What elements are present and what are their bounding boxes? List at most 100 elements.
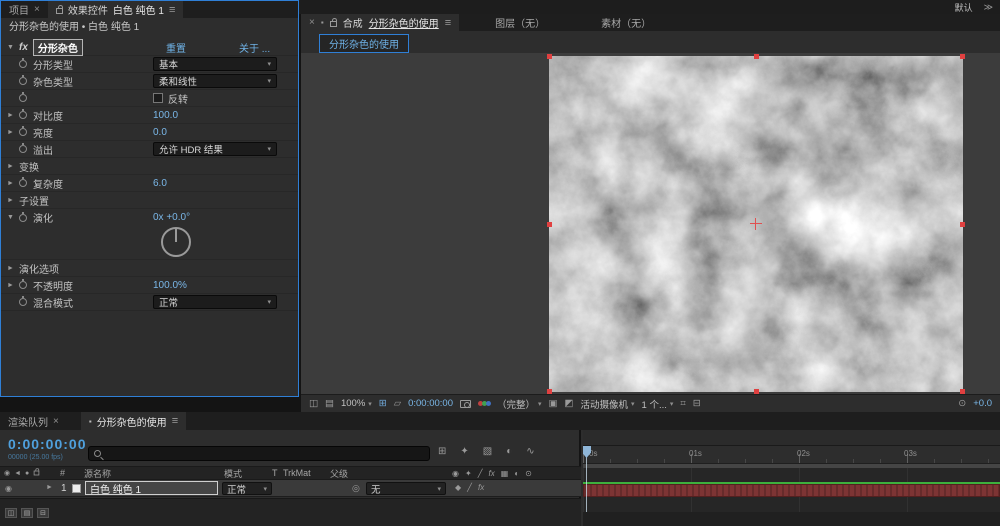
layer-twirl-icon[interactable]: ►	[46, 484, 53, 491]
tab-footage[interactable]: 素材（无）	[593, 14, 659, 31]
exposure-value[interactable]: +0.0	[973, 398, 992, 409]
tab-render-queue[interactable]: 渲染队列 ×	[0, 412, 67, 430]
column-mode[interactable]: 模式	[224, 467, 242, 480]
layer-mode-dropdown[interactable]: 正常 ▾	[222, 482, 272, 496]
close-icon[interactable]: ×	[309, 17, 315, 28]
magnification-dropdown[interactable]: 100% ▾	[341, 398, 372, 409]
timeline-current-time[interactable]: 0:00:00:00	[8, 436, 87, 452]
noise-type-dropdown[interactable]: 柔和线性 ▾	[153, 74, 277, 88]
mask-visibility-icon[interactable]: ▱	[394, 398, 401, 409]
tab-effect-controls[interactable]: 效果控件 白色 纯色 1 ≡	[47, 1, 184, 18]
toggle-transfer-controls-button[interactable]: ▤	[21, 507, 33, 518]
transparency-grid-icon[interactable]: ◩	[565, 398, 574, 409]
time-ruler[interactable]: 0s 01s 02s 03s	[583, 446, 1000, 464]
close-icon[interactable]: ×	[34, 4, 40, 15]
effect-name[interactable]: 分形杂色	[32, 38, 83, 56]
reset-link[interactable]: 重置	[166, 40, 186, 55]
stopwatch-icon[interactable]	[19, 58, 27, 68]
selection-handle[interactable]	[547, 54, 552, 59]
evolution-value[interactable]: 0x +0.0°	[153, 212, 190, 223]
mini-flowchart-icon[interactable]: ⊞	[438, 446, 446, 457]
solid-color-swatch[interactable]	[72, 484, 81, 493]
tab-project[interactable]: 项目 ×	[1, 1, 48, 18]
twirl-closed-icon[interactable]: ►	[7, 112, 19, 119]
timeline-search-box[interactable]	[88, 446, 430, 461]
twirl-closed-icon[interactable]: ►	[7, 180, 19, 187]
close-icon[interactable]: ×	[53, 416, 59, 427]
column-trkmat[interactable]: TrkMat	[283, 468, 311, 478]
twirl-open-icon[interactable]: ▼	[7, 44, 19, 51]
resolution-dropdown[interactable]: （完整） ▾	[497, 397, 542, 411]
motion-blur-switch-icon[interactable]: ◐	[514, 469, 519, 478]
panel-menu-icon[interactable]: ≡	[169, 4, 175, 16]
graph-editor-icon[interactable]: ∿	[526, 446, 534, 457]
layer-name-box[interactable]: 白色 纯色 1	[85, 481, 218, 496]
composition-view[interactable]	[547, 54, 965, 394]
current-time-display[interactable]: 0:00:00:00	[408, 398, 453, 409]
brightness-value[interactable]: 0.0	[153, 127, 167, 138]
viewer-comp-tab[interactable]: 分形杂色的使用	[319, 34, 409, 53]
blend-mode-dropdown[interactable]: 正常 ▾	[153, 295, 277, 309]
stopwatch-icon[interactable]	[19, 177, 27, 187]
panel-menu-icon[interactable]: ≡	[445, 17, 451, 29]
evolution-dial[interactable]	[161, 227, 191, 257]
workspace-label[interactable]: 默认	[955, 1, 973, 14]
opacity-value[interactable]: 100.0%	[153, 280, 187, 291]
twirl-closed-icon[interactable]: ►	[7, 197, 19, 204]
draft-3d-icon[interactable]: ✦	[460, 446, 468, 457]
about-link[interactable]: 关于 ...	[239, 40, 270, 55]
tab-timeline-comp[interactable]: ▪ 分形杂色的使用 ≡	[80, 412, 187, 430]
layer-fx-switch-icon[interactable]: fx	[478, 483, 484, 492]
always-preview-icon[interactable]: ◫	[309, 398, 318, 409]
twirl-closed-icon[interactable]: ►	[7, 282, 19, 289]
workspace-overflow-icon[interactable]: ≫	[984, 2, 993, 13]
contrast-value[interactable]: 100.0	[153, 110, 178, 121]
stopwatch-icon[interactable]	[19, 109, 27, 119]
motion-blur-icon[interactable]: ◐	[506, 446, 512, 457]
view-layout-icon[interactable]: ⌗	[680, 398, 685, 409]
overflow-dropdown[interactable]: 允许 HDR 结果 ▾	[153, 142, 277, 156]
layer-duration-bar[interactable]	[583, 484, 1000, 497]
shy-switch-icon[interactable]: ◉	[452, 469, 459, 478]
grid-guides-icon[interactable]: ⊞	[379, 398, 387, 409]
stopwatch-icon[interactable]	[19, 279, 27, 289]
active-camera-dropdown[interactable]: 活动摄像机 ▾	[580, 397, 634, 411]
column-t[interactable]: T	[272, 468, 278, 478]
quality-switch-icon[interactable]: ╱	[478, 469, 483, 478]
column-parent[interactable]: 父级	[330, 467, 348, 480]
pixel-aspect-icon[interactable]: ⊟	[693, 398, 701, 409]
frame-blend-icon[interactable]: ▧	[483, 446, 492, 457]
twirl-closed-icon[interactable]: ►	[7, 163, 19, 170]
snapshot-camera-icon[interactable]	[459, 399, 471, 408]
layer-collapse-switch-icon[interactable]: ◆	[455, 483, 461, 492]
selection-handle[interactable]	[547, 222, 552, 227]
stopwatch-icon[interactable]	[19, 126, 27, 136]
frame-blend-switch-icon[interactable]: ▦	[501, 469, 509, 478]
toggle-layer-switches-button[interactable]: ◫	[5, 507, 17, 518]
twirl-open-icon[interactable]: ▼	[7, 214, 19, 221]
fx-badge-icon[interactable]: fx	[19, 42, 28, 53]
tab-composition[interactable]: × ▪ 合成 分形杂色的使用 ≡	[301, 14, 460, 31]
tab-layer[interactable]: 图层（无）	[487, 14, 553, 31]
layer-quality-switch-icon[interactable]: ╱	[467, 483, 472, 492]
anchor-point-icon[interactable]	[750, 218, 762, 230]
search-input[interactable]	[106, 448, 406, 459]
lock-icon[interactable]	[329, 18, 337, 27]
complexity-value[interactable]: 6.0	[153, 178, 167, 189]
parent-pickwhip-icon[interactable]: ◎	[352, 483, 360, 494]
fractal-type-dropdown[interactable]: 基本 ▾	[153, 57, 277, 71]
layer-visibility-eye-icon[interactable]: ◉	[5, 484, 12, 493]
toggle-time-panes-button[interactable]: ⊟	[37, 507, 49, 518]
timeline-navigator[interactable]	[583, 430, 1000, 446]
show-channels-icon[interactable]	[477, 400, 491, 408]
twirl-closed-icon[interactable]: ►	[7, 265, 19, 272]
view-count-dropdown[interactable]: 1 个... ▾	[642, 397, 674, 411]
selection-handle[interactable]	[960, 222, 965, 227]
invert-checkbox[interactable]	[153, 93, 163, 103]
fx-switch-icon[interactable]: fx	[489, 469, 495, 478]
exposure-icon[interactable]: ⊙	[958, 398, 966, 409]
monitor-icon[interactable]: ▤	[325, 398, 334, 409]
lock-icon[interactable]	[55, 5, 63, 14]
viewer-area[interactable]	[301, 53, 1000, 394]
stopwatch-icon[interactable]	[19, 75, 27, 85]
